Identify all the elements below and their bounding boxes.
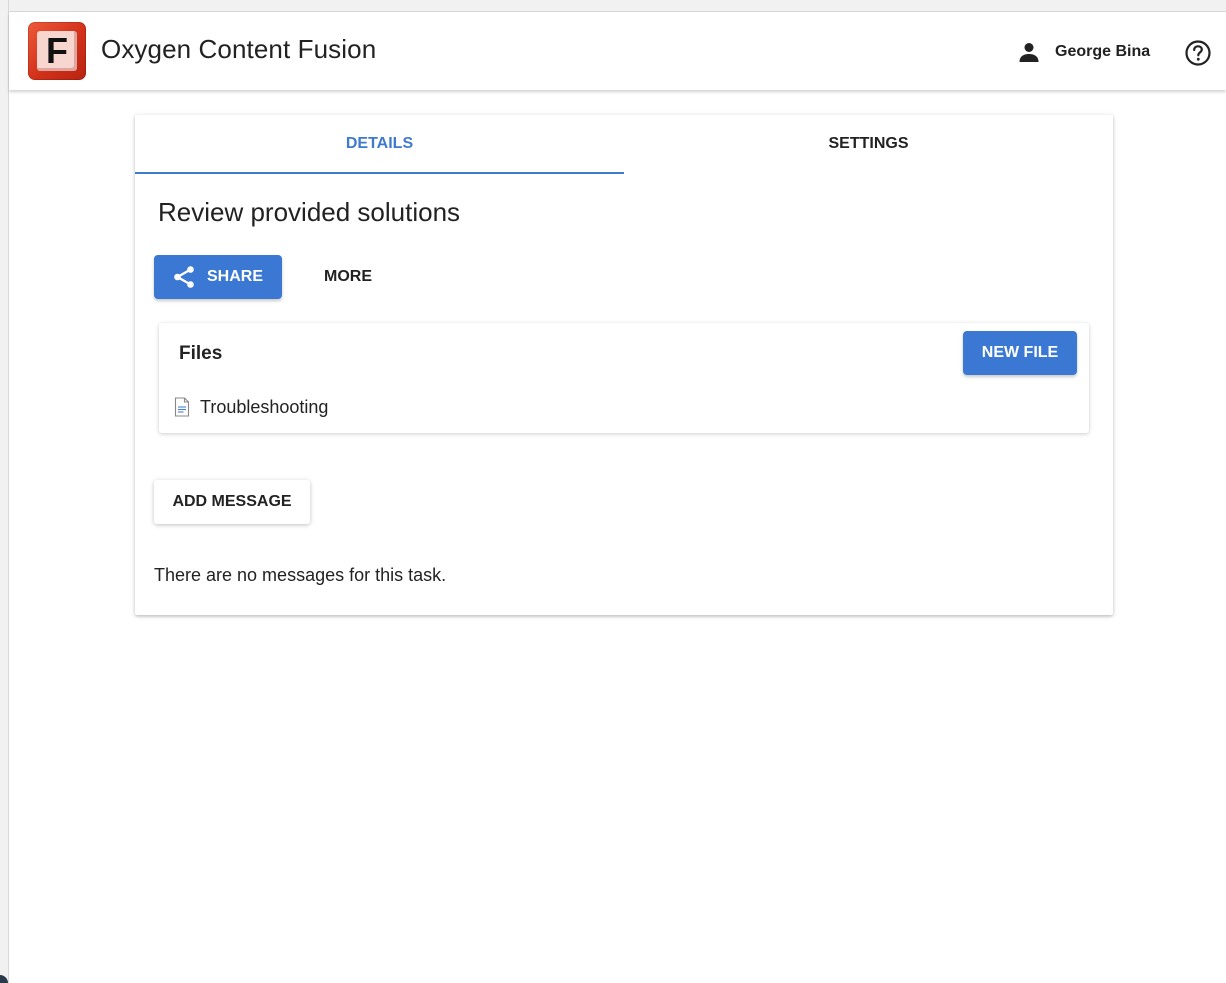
app-header: F Oxygen Content Fusion George Bina	[9, 12, 1226, 90]
new-file-button[interactable]: NEW FILE	[963, 331, 1077, 375]
share-icon	[174, 266, 194, 288]
user-name: George Bina	[1055, 43, 1151, 60]
task-details-card: DETAILS SETTINGS Review provided solutio…	[135, 115, 1113, 615]
tab-details[interactable]: DETAILS	[135, 115, 624, 174]
share-button[interactable]: SHARE	[154, 255, 282, 299]
files-title: Files	[179, 343, 223, 364]
app-window: F Oxygen Content Fusion George Bina DETA…	[0, 0, 1226, 983]
tab-settings[interactable]: SETTINGS	[624, 115, 1113, 174]
file-name: Troubleshooting	[200, 396, 329, 417]
share-label: SHARE	[207, 268, 264, 285]
logo-tile: F	[37, 31, 77, 71]
app-title: Oxygen Content Fusion	[101, 34, 377, 64]
task-title: Review provided solutions	[158, 197, 461, 227]
document-icon	[174, 397, 190, 417]
browser-top-strip	[0, 0, 1226, 12]
logo-letter: F	[46, 30, 68, 71]
help-circle-icon[interactable]	[1184, 39, 1212, 67]
tab-bar: DETAILS SETTINGS	[135, 115, 1113, 174]
files-panel: Files NEW FILE Troubleshooting	[159, 323, 1089, 433]
app-logo[interactable]: F	[28, 22, 86, 80]
left-window-edge	[0, 0, 9, 983]
person-icon	[1019, 43, 1039, 62]
file-item[interactable]: Troubleshooting	[173, 395, 328, 419]
user-menu[interactable]: George Bina	[1017, 38, 1150, 66]
more-button[interactable]: MORE	[307, 255, 389, 299]
empty-messages-text: There are no messages for this task.	[154, 565, 447, 585]
add-message-button[interactable]: ADD MESSAGE	[154, 480, 310, 524]
